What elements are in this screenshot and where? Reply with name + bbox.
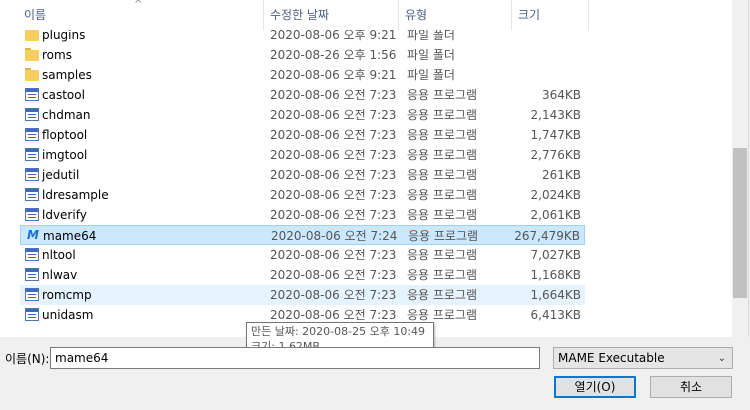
filename-input[interactable]	[50, 347, 540, 369]
file-list[interactable]: nvram2020-08-26 오전 3:26파일 폴더plugins2020-…	[0, 0, 749, 337]
file-name: jedutil	[42, 168, 80, 182]
filename-label: 이름(N):	[5, 352, 50, 366]
application-icon	[25, 128, 39, 141]
file-size: 364KB	[541, 88, 581, 102]
application-icon	[25, 308, 39, 321]
file-row[interactable]: romcmp 2020-08-06 오전 7:23 응용 프로그램 1,664KB	[20, 285, 585, 305]
file-size: 1,747KB	[530, 128, 581, 142]
application-icon	[25, 208, 39, 221]
filetype-selected-value: MAME Executable	[558, 351, 665, 365]
file-name: romcmp	[42, 288, 92, 302]
file-date: 2020-08-06 오전 7:24	[271, 229, 398, 243]
file-size: 2,024KB	[530, 188, 581, 202]
file-date: 2020-08-26 오후 1:56	[270, 48, 397, 62]
file-date: 2020-08-06 오전 7:23	[270, 88, 397, 102]
column-header: ^ 이름 수정한 날짜 유형 크기	[0, 0, 732, 30]
file-type: 응용 프로그램	[408, 229, 479, 243]
file-date: 2020-08-06 오전 7:23	[270, 128, 397, 142]
file-date: 2020-08-06 오전 7:23	[270, 248, 397, 262]
application-icon	[25, 108, 39, 121]
file-row[interactable]: nlwav 2020-08-06 오전 7:23 응용 프로그램 1,168KB	[20, 265, 585, 285]
file-type: 응용 프로그램	[407, 208, 478, 222]
file-size: 6,413KB	[530, 308, 581, 322]
file-name: samples	[42, 68, 92, 82]
file-row[interactable]: castool 2020-08-06 오전 7:23 응용 프로그램 364KB	[20, 85, 585, 105]
file-date: 2020-08-06 오전 7:23	[270, 288, 397, 302]
file-date: 2020-08-06 오전 7:23	[270, 148, 397, 162]
file-date: 2020-08-06 오전 7:23	[270, 188, 397, 202]
file-type: 응용 프로그램	[407, 148, 478, 162]
file-type: 응용 프로그램	[407, 168, 478, 182]
file-row[interactable]: Mmame64 2020-08-06 오전 7:24 응용 프로그램 267,479K…	[20, 225, 585, 245]
file-row[interactable]: jedutil 2020-08-06 오전 7:23 응용 프로그램 261KB	[20, 165, 585, 185]
file-name: ldverify	[42, 208, 87, 222]
filetype-select[interactable]: MAME Executable ⌄	[553, 347, 733, 369]
file-name: castool	[42, 88, 85, 102]
column-name[interactable]: 이름	[18, 0, 263, 30]
file-size: 261KB	[541, 168, 581, 182]
cancel-button[interactable]: 취소	[650, 376, 732, 398]
file-type: 파일 폴더	[407, 48, 455, 62]
file-name: imgtool	[42, 148, 88, 162]
file-size: 2,061KB	[530, 208, 581, 222]
file-type: 응용 프로그램	[407, 288, 478, 302]
file-row[interactable]: nltool 2020-08-06 오전 7:23 응용 프로그램 7,027KB	[20, 245, 585, 265]
application-icon	[25, 148, 39, 161]
application-icon	[25, 168, 39, 181]
file-name: ldresample	[42, 188, 109, 202]
file-row[interactable]: ldverify 2020-08-06 오전 7:23 응용 프로그램 2,061KB	[20, 205, 585, 225]
file-type: 파일 폴더	[407, 68, 455, 82]
column-size[interactable]: 크기	[512, 0, 588, 30]
file-date: 2020-08-06 오전 7:23	[270, 168, 397, 182]
file-date: 2020-08-06 오전 7:23	[270, 108, 397, 122]
chevron-down-icon: ⌄	[717, 353, 726, 364]
application-icon	[25, 268, 39, 281]
scrollbar-thumb[interactable]	[733, 148, 747, 298]
file-type: 응용 프로그램	[407, 188, 478, 202]
file-size: 1,168KB	[530, 268, 581, 282]
open-button[interactable]: 열기(O)	[554, 376, 636, 398]
file-row[interactable]: imgtool 2020-08-06 오전 7:23 응용 프로그램 2,776KB	[20, 145, 585, 165]
file-row[interactable]: samples 2020-08-06 오후 9:21 파일 폴더	[20, 65, 585, 85]
file-size: 1,664KB	[530, 288, 581, 302]
file-date: 2020-08-06 오전 7:23	[270, 208, 397, 222]
file-name: unidasm	[42, 308, 94, 322]
file-size: 2,776KB	[530, 148, 581, 162]
file-date: 2020-08-06 오후 9:21	[270, 68, 397, 82]
file-name: roms	[42, 48, 72, 62]
file-row[interactable]: ldresample 2020-08-06 오전 7:23 응용 프로그램 2,024…	[20, 185, 585, 205]
file-type: 응용 프로그램	[407, 128, 478, 142]
application-icon	[25, 88, 39, 101]
file-row[interactable]: roms 2020-08-26 오후 1:56 파일 폴더	[20, 45, 585, 65]
file-name: mame64	[43, 229, 97, 243]
file-type: 응용 프로그램	[407, 108, 478, 122]
file-name: chdman	[42, 108, 91, 122]
application-icon	[25, 188, 39, 201]
file-name: nlwav	[42, 268, 78, 282]
file-date: 2020-08-06 오전 7:23	[270, 268, 397, 282]
application-icon	[25, 248, 39, 261]
folder-icon	[25, 68, 39, 81]
folder-icon	[25, 48, 39, 61]
mame-icon: M	[27, 228, 39, 242]
file-name: nltool	[42, 248, 76, 262]
file-name: floptool	[42, 128, 88, 142]
file-size: 2,143KB	[530, 108, 581, 122]
application-icon	[25, 288, 39, 301]
file-type: 응용 프로그램	[407, 248, 478, 262]
column-divider[interactable]	[588, 0, 589, 30]
column-type[interactable]: 유형	[399, 0, 511, 30]
file-row[interactable]: chdman 2020-08-06 오전 7:23 응용 프로그램 2,143KB	[20, 105, 585, 125]
file-type: 응용 프로그램	[407, 88, 478, 102]
file-type: 응용 프로그램	[407, 268, 478, 282]
file-size: 267,479KB	[514, 229, 580, 243]
tooltip-created-date: 만든 날짜: 2020-08-25 오후 10:49	[251, 325, 426, 338]
file-row[interactable]: floptool 2020-08-06 오전 7:23 응용 프로그램 1,747KB	[20, 125, 585, 145]
file-size: 7,027KB	[530, 248, 581, 262]
column-date[interactable]: 수정한 날짜	[264, 0, 398, 30]
